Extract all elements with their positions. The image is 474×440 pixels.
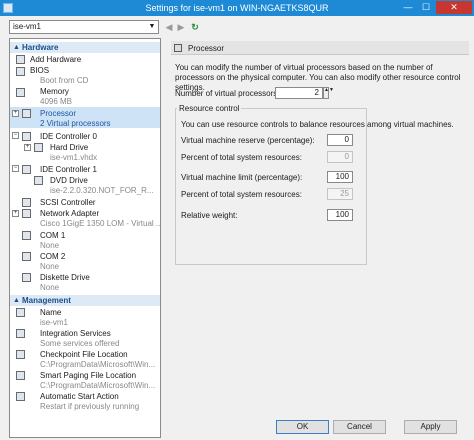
processor-icon bbox=[174, 44, 182, 52]
caret-down-icon: ▲ bbox=[13, 44, 20, 51]
hard-drive-icon bbox=[34, 143, 43, 152]
back-arrow-icon[interactable]: ◀ bbox=[163, 21, 175, 33]
tree-item-network-adapter[interactable]: + Network Adapter Cisco 1GigE 1350 LOM -… bbox=[10, 208, 160, 228]
add-hardware-icon bbox=[16, 55, 25, 64]
minimize-button[interactable]: — bbox=[400, 1, 416, 14]
chevron-down-icon: ▼ bbox=[148, 23, 156, 30]
ok-button[interactable]: OK bbox=[276, 420, 329, 434]
caret-down-icon: ▲ bbox=[13, 297, 20, 304]
tree-item-automatic-start-action[interactable]: Automatic Start Action Restart if previo… bbox=[10, 391, 160, 411]
limit-row: Virtual machine limit (percentage): 100 bbox=[181, 171, 361, 183]
smart-paging-icon bbox=[16, 371, 25, 380]
dvd-drive-icon bbox=[34, 176, 43, 185]
resource-control-description: You can use resource controls to balance… bbox=[181, 120, 454, 129]
maximize-button[interactable]: ☐ bbox=[418, 1, 434, 14]
com-port-icon bbox=[22, 231, 31, 240]
tree-item-bios[interactable]: BIOS Boot from CD bbox=[10, 65, 160, 85]
tree-item-processor[interactable]: + Processor 2 Virtual processors bbox=[10, 107, 160, 128]
tree-item-com2[interactable]: COM 2 None bbox=[10, 251, 160, 271]
network-adapter-icon bbox=[22, 209, 31, 218]
panel-header: Processor bbox=[171, 41, 469, 55]
reserve-input[interactable]: 0 bbox=[327, 134, 353, 146]
scsi-controller-icon bbox=[22, 198, 31, 207]
cancel-button[interactable]: Cancel bbox=[333, 420, 386, 434]
tree-item-integration-services[interactable]: Integration Services Some services offer… bbox=[10, 328, 160, 348]
tree-item-dvd-drive[interactable]: DVD Drive ise-2.2.0.320.NOT_FOR_R... bbox=[10, 175, 160, 195]
collapse-icon[interactable]: − bbox=[12, 165, 19, 172]
resource-control-title: Resource control bbox=[177, 104, 242, 113]
ide-controller-icon bbox=[22, 165, 31, 174]
forward-arrow-icon[interactable]: ▶ bbox=[175, 21, 187, 33]
tree-item-name[interactable]: Name ise-vm1 bbox=[10, 307, 160, 327]
name-icon bbox=[16, 308, 25, 317]
limit-input[interactable]: 100 bbox=[327, 171, 353, 183]
title-bar: Settings for ise-vm1 on WIN-NGAETKS8QUR … bbox=[0, 0, 474, 16]
integration-services-icon bbox=[16, 329, 25, 338]
processor-panel: Processor You can modify the number of v… bbox=[167, 38, 474, 416]
expand-icon[interactable]: + bbox=[12, 110, 19, 117]
expand-icon[interactable]: + bbox=[24, 144, 31, 151]
refresh-icon[interactable]: ↻ bbox=[189, 21, 201, 33]
diskette-icon bbox=[22, 273, 31, 282]
tree-item-ide-controller-1[interactable]: − IDE Controller 1 bbox=[10, 164, 160, 174]
tree-item-ide-controller-0[interactable]: − IDE Controller 0 bbox=[10, 131, 160, 141]
num-virtual-processors-input[interactable]: 2 bbox=[275, 87, 323, 99]
resource-control-group bbox=[175, 108, 367, 265]
com-port-icon bbox=[22, 252, 31, 261]
checkpoint-icon bbox=[16, 350, 25, 359]
tree-item-smart-paging-file-location[interactable]: Smart Paging File Location C:\ProgramDat… bbox=[10, 370, 160, 390]
close-button[interactable]: ✕ bbox=[436, 1, 472, 14]
tree-item-checkpoint-file-location[interactable]: Checkpoint File Location C:\ProgramData\… bbox=[10, 349, 160, 369]
automatic-start-icon bbox=[16, 392, 25, 401]
tree-item-diskette-drive[interactable]: Diskette Drive None bbox=[10, 272, 160, 292]
vm-select[interactable]: ise-vm1 ▼ bbox=[9, 20, 159, 34]
toolbar: ise-vm1 ▼ ◀ ▶ ↻ bbox=[0, 16, 474, 38]
reserve-percent-value: 0 bbox=[327, 151, 353, 163]
reserve-percent-row: Percent of total system resources: 0 bbox=[181, 151, 361, 163]
vm-select-value: ise-vm1 bbox=[13, 22, 42, 31]
management-section-header[interactable]: ▲ Management bbox=[10, 295, 160, 306]
limit-percent-row: Percent of total system resources: 25 bbox=[181, 188, 361, 200]
limit-percent-value: 25 bbox=[327, 188, 353, 200]
ide-controller-icon bbox=[22, 132, 31, 141]
collapse-icon[interactable]: − bbox=[12, 132, 19, 139]
memory-icon bbox=[16, 88, 25, 97]
apply-button[interactable]: Apply bbox=[404, 420, 457, 434]
relative-weight-row: Relative weight: 100 bbox=[181, 209, 361, 221]
relative-weight-input[interactable]: 100 bbox=[327, 209, 353, 221]
bios-icon bbox=[16, 67, 25, 76]
expand-icon[interactable]: + bbox=[12, 210, 19, 217]
spinner-icon[interactable]: ▲▼ bbox=[323, 87, 334, 99]
tree-item-com1[interactable]: COM 1 None bbox=[10, 230, 160, 250]
num-virtual-processors-row: Number of virtual processors: 2 ▲▼ bbox=[175, 87, 334, 99]
settings-tree[interactable]: ▲ Hardware Add Hardware BIOS Boot from C… bbox=[9, 38, 161, 438]
tree-item-hard-drive[interactable]: + Hard Drive ise-vm1.vhdx bbox=[10, 142, 160, 162]
panel-title: Processor bbox=[188, 44, 225, 53]
tree-item-scsi-controller[interactable]: SCSI Controller bbox=[10, 197, 160, 207]
processor-icon bbox=[22, 109, 31, 118]
reserve-row: Virtual machine reserve (percentage): 0 bbox=[181, 134, 361, 146]
hardware-section-header[interactable]: ▲ Hardware bbox=[10, 42, 160, 53]
tree-item-add-hardware[interactable]: Add Hardware bbox=[10, 54, 160, 64]
tree-item-memory[interactable]: Memory 4096 MB bbox=[10, 86, 160, 106]
